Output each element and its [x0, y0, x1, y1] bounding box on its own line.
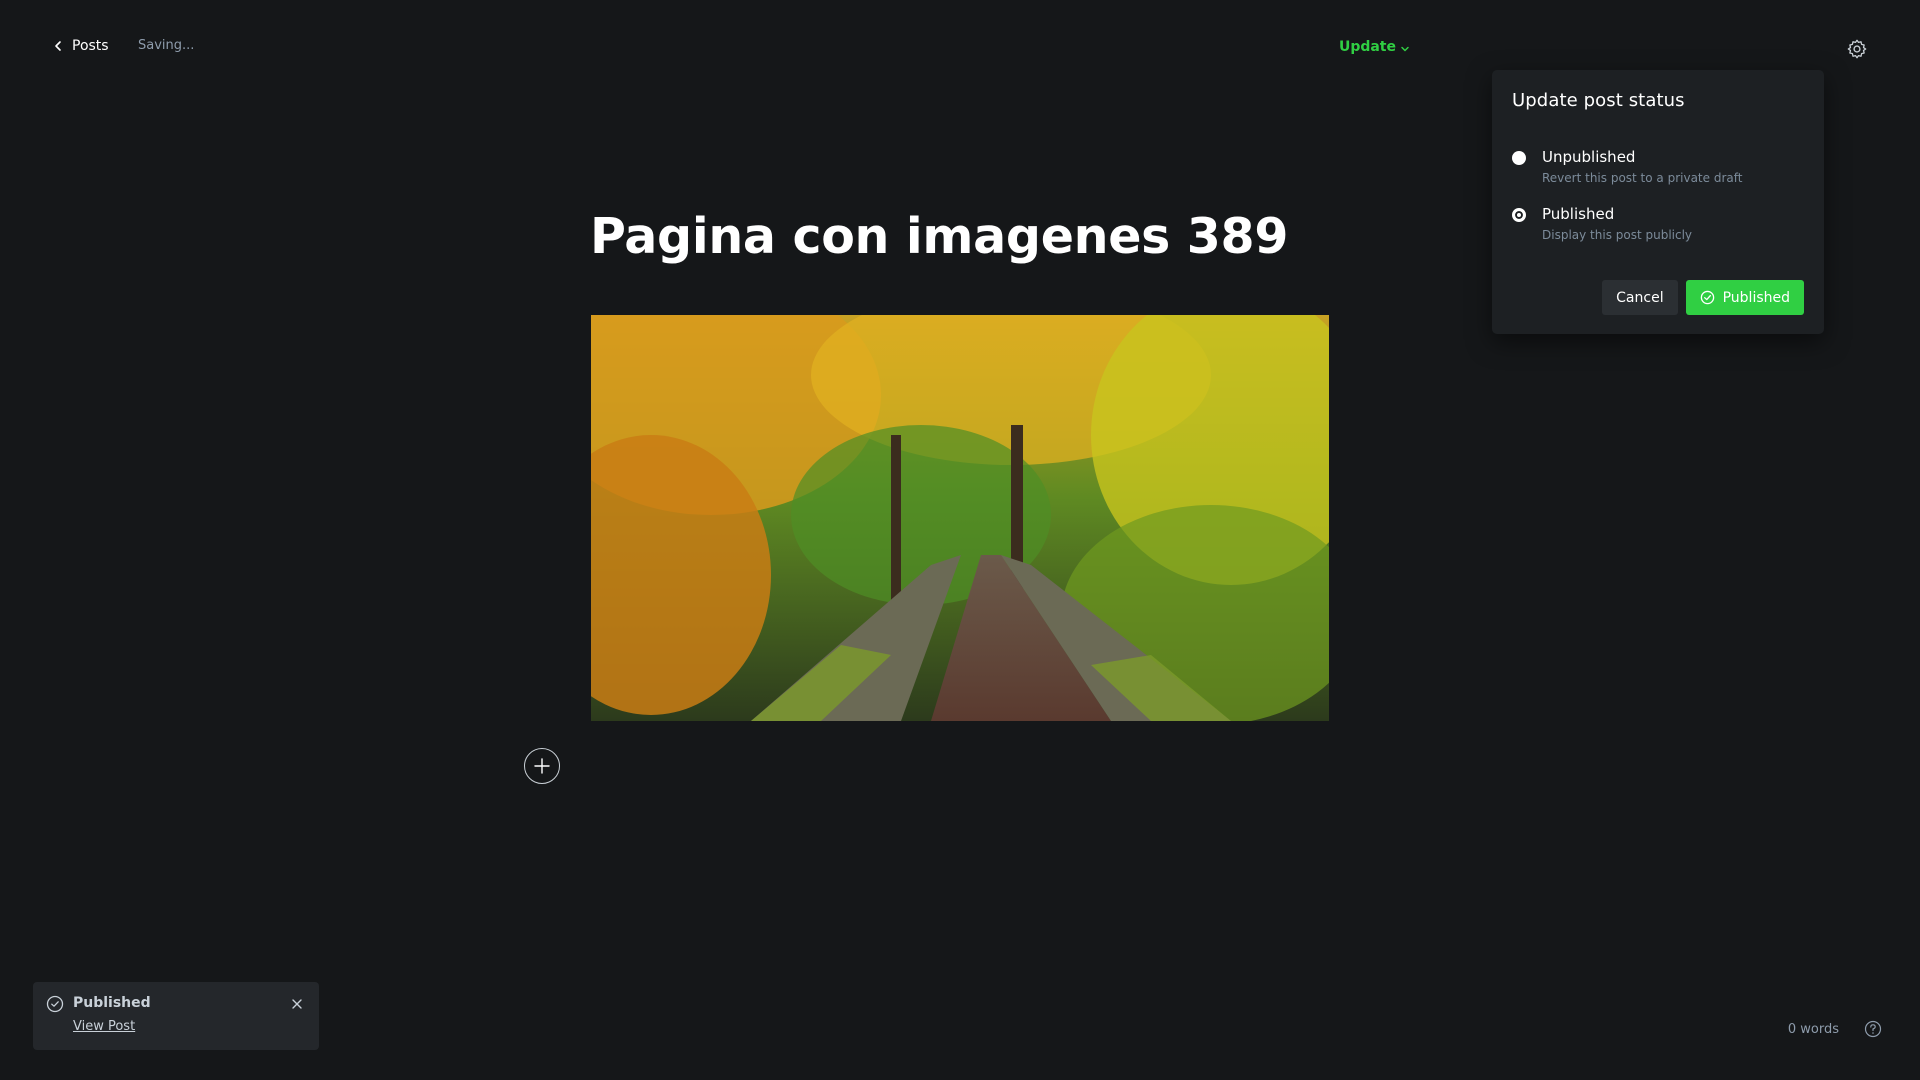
word-count: 0 words [1787, 1022, 1839, 1037]
popover-title: Update post status [1512, 90, 1685, 111]
back-label: Posts [72, 38, 109, 54]
post-editor: Posts Saving... Update Update post statu… [0, 0, 1920, 1080]
radio-unpublished[interactable] [1512, 151, 1526, 165]
view-post-link[interactable]: View Post [73, 1019, 135, 1034]
chevron-down-icon [1401, 46, 1409, 51]
option-label: Unpublished [1542, 148, 1636, 166]
update-label: Update [1338, 39, 1396, 55]
chevron-left-icon [55, 41, 61, 51]
feature-image[interactable] [591, 315, 1329, 721]
back-to-posts-link[interactable]: Posts [52, 38, 109, 54]
status-option-published[interactable]: Published Display this post publicly [1512, 205, 1692, 242]
notification-title: Published [73, 995, 151, 1011]
radio-published[interactable] [1512, 208, 1526, 222]
option-label: Published [1542, 205, 1615, 223]
close-icon[interactable] [291, 998, 303, 1010]
status-option-unpublished[interactable]: Unpublished Revert this post to a privat… [1512, 148, 1742, 185]
gear-icon[interactable] [1846, 38, 1868, 60]
autumn-forest-bridge-image [591, 315, 1329, 721]
save-status: Saving... [138, 38, 195, 53]
update-dropdown-button[interactable]: Update [1339, 39, 1410, 55]
option-description: Display this post publicly [1542, 228, 1693, 242]
post-title[interactable]: Pagina con imagenes 389 [590, 208, 1288, 265]
published-button[interactable]: Published [1685, 280, 1804, 315]
published-notification: Published View Post [33, 982, 319, 1050]
popover-actions: Cancel Published [1602, 280, 1804, 315]
check-circle-icon [1700, 290, 1714, 305]
option-description: Revert this post to a private draft [1542, 171, 1743, 185]
plus-icon [534, 758, 550, 774]
check-circle-icon [46, 995, 64, 1013]
cancel-button[interactable]: Cancel [1602, 280, 1678, 315]
published-button-label: Published [1722, 289, 1790, 306]
question-circle-icon[interactable] [1864, 1020, 1882, 1038]
add-card-button[interactable] [524, 748, 560, 784]
post-status-popover: Update post status Unpublished Revert th… [1492, 70, 1824, 334]
